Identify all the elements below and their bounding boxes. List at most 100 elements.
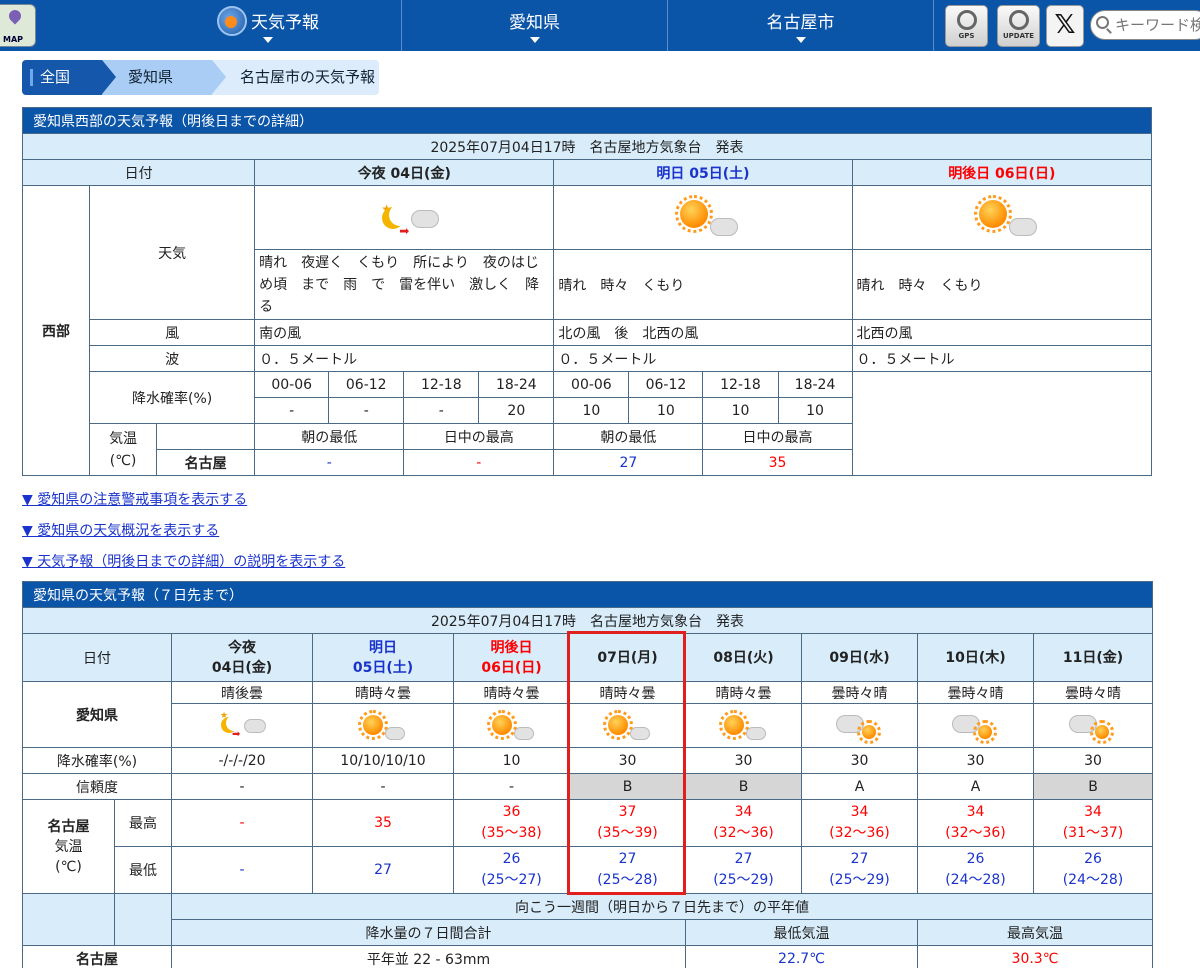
link-overview[interactable]: ▼ 愛知県の天気概況を表示する [22,520,219,540]
weather-logo-icon [217,6,247,36]
temp-head: 日中の最高 [702,423,853,450]
breadcrumb-home-label: 全国 [40,68,71,86]
normals-blank [114,893,172,946]
pop-value: 20 [478,397,555,424]
temp-value: 35 [702,449,853,476]
update-button[interactable]: UPDATE [997,5,1040,47]
nav-city[interactable]: 名古屋市 [668,0,934,51]
sun-cloud-icon [355,709,411,743]
min-temp-range: (25～29) [829,872,890,888]
week-weather-icon [312,703,454,748]
min-temp-value: 26 [1084,851,1102,867]
min-temp-range: (25～27) [481,872,542,888]
normals-title: 向こう一週間（明日から７日先まで）の平年値 [171,893,1153,920]
week-min-temp: 26 (25～27) [453,846,570,894]
week-max-temp: 34 (32～36) [801,799,918,847]
temp-head: 朝の最低 [254,423,405,450]
detail-wind-0: 南の風 [254,319,555,346]
map-button[interactable]: MAP [0,4,36,47]
week-day-label: 明日 [369,639,397,656]
week-min-temp: 26 (24～28) [917,846,1034,894]
week-weather-text: 晴時々曇 [685,681,802,704]
week-reliability: - [171,773,313,800]
detail-wind-2: 北西の風 [851,319,1153,346]
week-weather-icon [1033,703,1153,748]
link-explanation[interactable]: ▼ 天気予報（明後日までの詳細）の説明を表示する [22,551,345,571]
week-min-temp: 27 (25～28) [569,846,686,894]
week-temp-unit: (℃) [55,858,82,875]
detail-forecast-table: 愛知県西部の天気予報（明後日までの詳細） 2025年07月04日17時 名古屋地… [21,107,1153,476]
max-temp-value: 35 [374,814,392,831]
pop-period: 06-12 [628,371,704,398]
sun-cloud-icon [600,709,656,743]
sun-cloud-icon [668,194,738,242]
x-share-button[interactable]: 𝕏 [1046,5,1084,47]
map-label: MAP [3,35,24,44]
detail-wind-1: 北の風 後 北西の風 [553,319,853,346]
pop-period: 12-18 [702,371,779,398]
detail-region: 西部 [21,185,91,476]
breadcrumb-separator [102,60,116,94]
week-weather-icon [917,703,1034,748]
gps-target-icon [956,10,977,30]
detail-temp-spacer [156,423,256,450]
week-caption: 愛知県の天気予報（７日先まで） [22,581,1153,608]
pop-value: 10 [777,397,853,424]
week-min-temp: 27 [312,846,454,894]
week-day-6: 10日(木) [917,633,1034,682]
week-min-temp: 26 (24～28) [1033,846,1153,894]
chevron-down-icon [795,37,806,43]
week-max-temp: 36 (35～38) [453,799,570,847]
week-temp-label: 気温 [54,838,83,855]
weekly-forecast-table: 愛知県の天気予報（７日先まで） 2025年07月04日17時 名古屋地方気象台 … [22,581,1153,968]
week-day-date: 10日(木) [945,649,1006,666]
update-label: UPDATE [1002,32,1035,40]
max-temp-value: 34 [734,804,753,820]
breadcrumb-home[interactable]: 全国 [22,60,102,95]
week-pop-value: 10 [453,747,570,774]
nav-city-label: 名古屋市 [766,13,835,33]
temp-head: 日中の最高 [403,423,555,450]
week-date-header: 日付 [22,633,172,682]
week-max-temp: 34 (32～36) [685,799,802,847]
week-reliability: B [1033,773,1153,800]
detail-weather-text-1: 晴れ 時々 くもり [553,249,853,320]
min-temp-value: 27 [850,851,869,867]
min-temp-value: 26 [502,851,521,867]
detail-temp-label: 気温 (℃) [89,423,158,476]
week-day-date: 09日(水) [829,649,890,666]
breadcrumb-prefecture[interactable]: 愛知県 [102,60,212,95]
nav-prefecture[interactable]: 愛知県 [402,0,668,51]
week-day-2: 明後日 06日(日) [453,633,570,682]
week-weather-icon: ★ ➡ [171,703,313,748]
week-day-date: 08日(火) [713,649,774,666]
detail-day-2: 明後日 06日(日) [851,159,1153,186]
week-pop-value: 30 [801,747,918,774]
cloud-sun-icon [1065,709,1121,744]
max-temp-range: (31～37) [1062,825,1124,841]
week-rel-label: 信頼度 [22,773,172,800]
search-icon [1096,16,1109,29]
week-pop-value: 10/10/10/10 [312,747,454,774]
week-weather-text: 晴時々曇 [312,681,454,704]
cloud-sun-icon [832,709,888,744]
chevron-down-icon [263,37,273,43]
week-max-temp: - [171,799,313,847]
week-weather-text: 晴後曇 [171,681,313,704]
cloud-sun-icon [948,709,1004,744]
min-temp-range: (24～28) [1062,872,1124,888]
temp-unit: (℃) [109,452,137,469]
gps-button[interactable]: GPS [945,5,988,47]
detail-pop-label: 降水確率(%) [89,371,256,424]
week-reliability: A [917,773,1034,800]
week-pop-value: 30 [685,747,802,774]
week-pop-label: 降水確率(%) [22,747,172,774]
week-max-temp: 34 (31～37) [1033,799,1153,847]
pop-value: 10 [553,397,630,424]
temp-value: - [254,449,405,476]
link-warnings[interactable]: ▼ 愛知県の注意警戒事項を表示する [22,489,247,509]
week-day-5: 09日(水) [801,633,918,682]
week-pref: 愛知県 [22,681,172,748]
week-day-date: 06日(日) [481,659,542,676]
nav-weather-forecast[interactable]: 天気予報 [135,0,402,51]
